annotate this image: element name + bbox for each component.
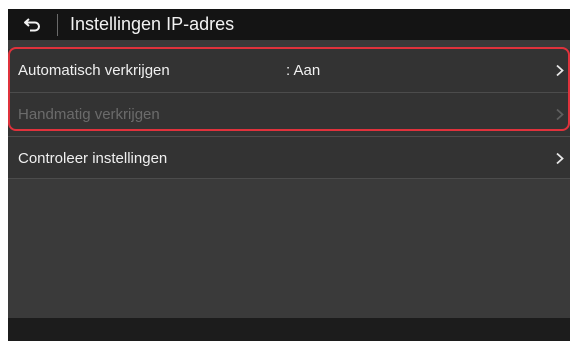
list-item-automatisch-verkrijgen[interactable]: Automatisch verkrijgen : Aan xyxy=(8,49,570,92)
chevron-right-icon xyxy=(556,108,564,121)
chevron-right-icon xyxy=(556,152,564,165)
back-arrow-icon xyxy=(23,17,40,31)
list-item-label: Controleer instellingen xyxy=(18,150,168,167)
header-divider xyxy=(57,14,58,36)
list-item-value: : Aan xyxy=(286,62,321,79)
back-button[interactable] xyxy=(8,9,57,40)
list-item-controleer-instellingen[interactable]: Controleer instellingen xyxy=(8,137,570,180)
footer-bar xyxy=(8,318,570,341)
device-screen: Instellingen IP-adres Automatisch verkri… xyxy=(8,9,570,341)
list-item-label: Automatisch verkrijgen xyxy=(18,62,170,79)
list-item-label: Handmatig verkrijgen xyxy=(18,106,160,123)
header-bar: Instellingen IP-adres xyxy=(8,9,570,40)
empty-list-area xyxy=(8,179,570,318)
list-item-handmatig-verkrijgen[interactable]: Handmatig verkrijgen xyxy=(8,93,570,136)
chevron-right-icon xyxy=(556,64,564,77)
page-title: Instellingen IP-adres xyxy=(70,14,235,34)
